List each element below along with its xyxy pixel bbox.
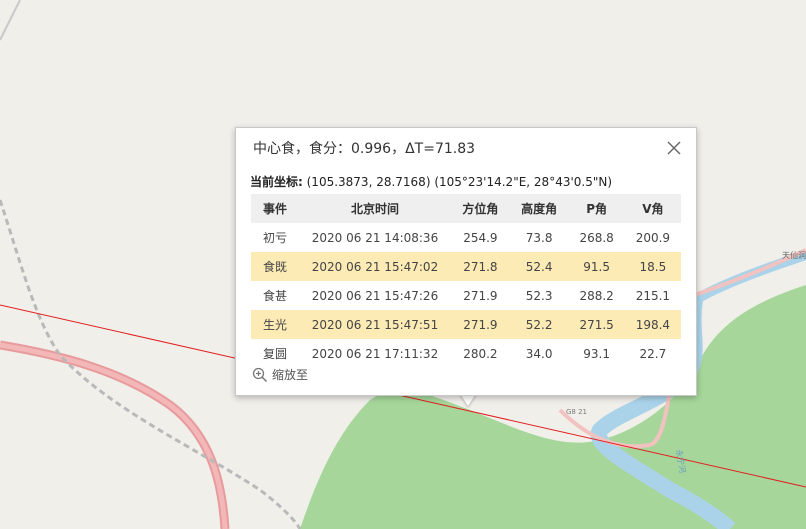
col-header-p: P角 <box>568 194 625 223</box>
table-header-row: 事件 北京时间 方位角 高度角 P角 V角 <box>251 194 681 223</box>
road-label-g821: G8 21 <box>566 408 587 416</box>
popup-title: 中心食，食分：0.996，ΔT=71.83 <box>253 141 476 157</box>
cell-time: 2020 06 21 14:08:36 <box>311 230 439 245</box>
cell-p: 288.2 <box>579 288 614 303</box>
cell-v: 215.1 <box>635 288 671 303</box>
cell-azimuth: 271.8 <box>451 252 510 281</box>
cell-altitude: 34.0 <box>525 346 553 361</box>
cell-azimuth: 280.2 <box>463 346 498 361</box>
cell-time: 2020 06 21 17:11:32 <box>311 346 439 361</box>
place-label: 天仙洞 <box>782 250 806 260</box>
eclipse-info-popup: 中心食，食分：0.996，ΔT=71.83 当前坐标: (105.3873, 2… <box>235 127 697 396</box>
cell-event: 初亏 <box>262 231 287 245</box>
col-header-altitude: 高度角 <box>509 194 569 223</box>
zoom-to-label: 缩放至 <box>272 368 309 382</box>
cell-time: 2020 06 21 15:47:02 <box>299 252 451 281</box>
table-row: 复圆 2020 06 21 17:11:32 280.2 34.0 93.1 22.7 <box>251 339 681 368</box>
cell-event: 食甚 <box>262 289 287 303</box>
col-header-event: 事件 <box>251 194 299 223</box>
cell-v: 200.9 <box>635 230 671 245</box>
eclipse-events-table: 事件 北京时间 方位角 高度角 P角 V角 初亏 2020 06 21 14:08… <box>251 194 681 368</box>
cell-azimuth: 254.9 <box>463 230 498 245</box>
cell-altitude: 52.4 <box>509 252 569 281</box>
coord-label: 当前坐标: <box>250 175 303 189</box>
table-row: 食既 2020 06 21 15:47:02 271.8 52.4 91.5 18.5 <box>251 252 681 281</box>
coord-value: (105.3873, 28.7168) (105°23'14.2"E, 28°4… <box>302 175 613 189</box>
current-coordinates: 当前坐标: (105.3873, 28.7168) (105°23'14.2"E… <box>250 173 612 190</box>
cell-time: 2020 06 21 15:47:26 <box>311 288 439 303</box>
zoom-in-icon <box>252 367 268 382</box>
cell-v: 22.7 <box>639 346 667 361</box>
col-header-azimuth: 方位角 <box>451 194 510 223</box>
cell-altitude: 52.3 <box>525 288 553 303</box>
zoom-to-link[interactable]: 缩放至 <box>252 366 308 383</box>
cell-p: 271.5 <box>568 310 625 339</box>
cell-azimuth: 271.9 <box>451 310 510 339</box>
cell-event: 生光 <box>251 310 299 339</box>
cell-v: 18.5 <box>624 252 681 281</box>
cell-altitude: 52.2 <box>509 310 569 339</box>
cell-event: 复圆 <box>262 347 287 361</box>
cell-p: 93.1 <box>583 346 610 361</box>
table-row: 食甚 2020 06 21 15:47:26 271.9 52.3 288.2 215.1 <box>251 281 681 310</box>
cell-altitude: 73.8 <box>525 230 553 245</box>
cell-v: 198.4 <box>624 310 681 339</box>
table-row: 生光 2020 06 21 15:47:51 271.9 52.2 271.5 198.4 <box>251 310 681 339</box>
cell-azimuth: 271.9 <box>463 288 498 303</box>
close-icon[interactable] <box>666 140 682 156</box>
cell-time: 2020 06 21 15:47:51 <box>299 310 451 339</box>
cell-p: 91.5 <box>568 252 625 281</box>
cell-event: 食既 <box>251 252 299 281</box>
col-header-time: 北京时间 <box>299 194 451 223</box>
table-row: 初亏 2020 06 21 14:08:36 254.9 73.8 268.8 200.9 <box>251 223 681 252</box>
cell-p: 268.8 <box>579 230 614 245</box>
col-header-v: V角 <box>624 194 681 223</box>
